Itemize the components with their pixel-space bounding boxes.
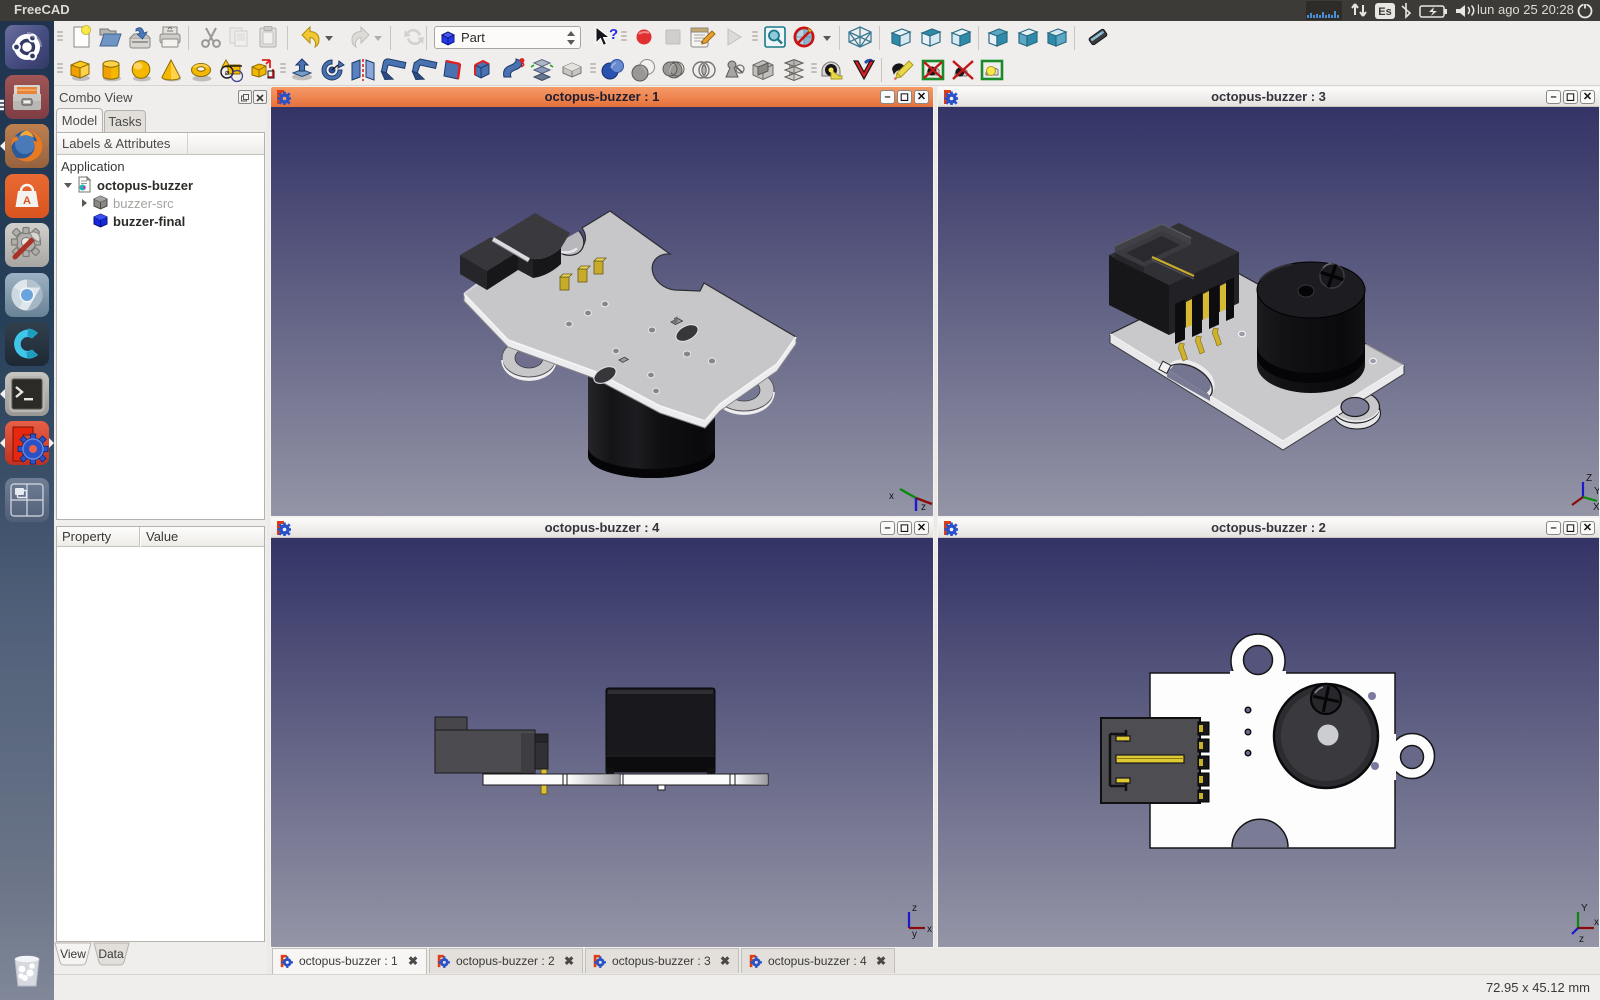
svg-text:z: z xyxy=(1579,934,1584,945)
svg-text:View: View xyxy=(60,947,86,961)
svg-text:x: x xyxy=(927,924,932,935)
svg-text:Data: Data xyxy=(98,947,124,961)
svg-text:y: y xyxy=(912,929,917,940)
svg-text:X: X xyxy=(1593,502,1599,513)
svg-text:x: x xyxy=(1594,917,1599,928)
svg-text:Es: Es xyxy=(1378,6,1391,18)
svg-text:A: A xyxy=(23,195,31,207)
svg-text:x: x xyxy=(889,491,894,502)
svg-text:z: z xyxy=(921,502,926,513)
svg-text:?: ? xyxy=(609,26,618,43)
svg-text:Y: Y xyxy=(1581,903,1588,914)
svg-text:z: z xyxy=(912,903,917,914)
svg-text:Z: Z xyxy=(1586,473,1592,484)
svg-text:Y: Y xyxy=(1594,486,1599,497)
svg-text:⌀: ⌀ xyxy=(225,68,230,77)
